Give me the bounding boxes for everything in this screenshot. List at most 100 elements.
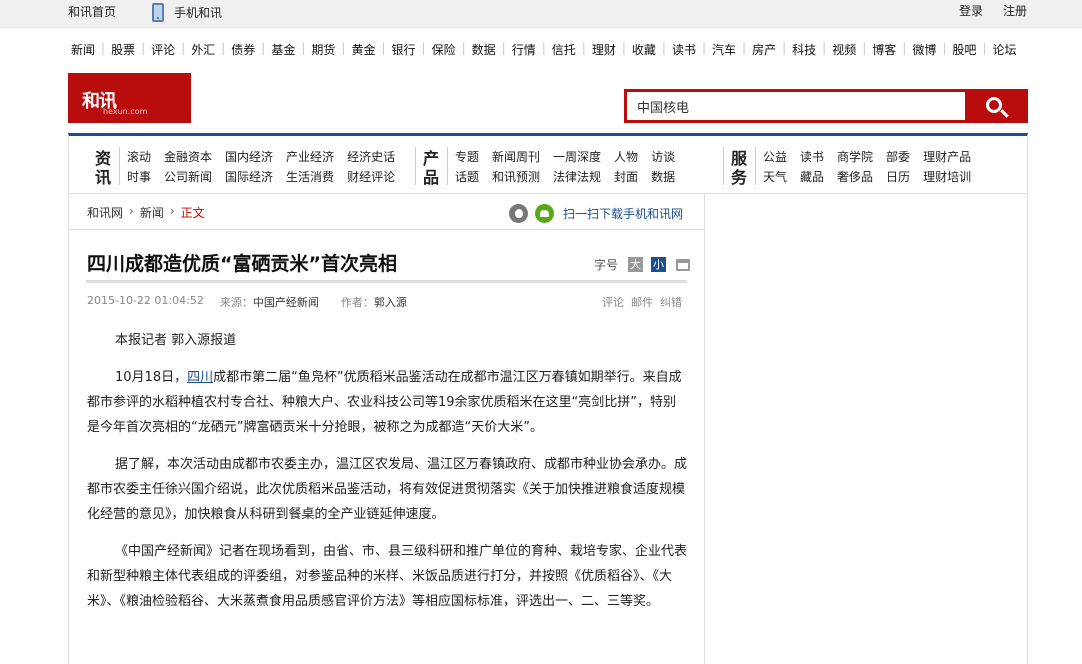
font-small-button[interactable]: 小 [651, 257, 667, 272]
channel-link[interactable]: 汽车 [709, 41, 739, 59]
category-link[interactable]: 国际经济 [225, 169, 273, 189]
author-label: 作者： [340, 296, 374, 309]
font-large-button[interactable]: 大 [628, 257, 644, 272]
category-link[interactable]: 天气 [763, 169, 787, 189]
divider [415, 147, 416, 185]
category-services-title: 服务 [731, 149, 748, 187]
article-column: 和讯网 › 新闻 › 正文 扫一扫下载手机和讯网 四川成都造优质“富硒贡米”首次… [68, 194, 705, 664]
mobile-hexun-link[interactable]: 手机和讯 [152, 0, 222, 24]
download-app-link[interactable]: 扫一扫下载手机和讯网 [563, 205, 683, 222]
channel-link[interactable]: 股票 [108, 41, 138, 59]
comment-link[interactable]: 评论 [602, 294, 624, 310]
category-link[interactable]: 公益 [763, 149, 787, 169]
register-link[interactable]: 注册 [1003, 2, 1027, 19]
category-news-title: 资讯 [95, 149, 112, 187]
report-error-link[interactable]: 纠错 [660, 294, 682, 310]
category-link[interactable]: 日历 [886, 169, 910, 189]
channel-link[interactable]: 股吧 [949, 41, 979, 59]
category-link[interactable]: 新闻周刊 [492, 149, 540, 169]
category-link[interactable]: 经济史话 [347, 149, 395, 169]
article-source[interactable]: 中国产经新闻 [253, 294, 319, 310]
category-link[interactable]: 财经评论 [347, 169, 395, 189]
category-link[interactable]: 产业经济 [286, 149, 334, 169]
channel-link[interactable]: 数据 [469, 41, 499, 59]
nav-separator: | [862, 41, 867, 55]
article-author: 郭入源 [373, 296, 407, 309]
category-link[interactable]: 理财培训 [923, 169, 971, 189]
category-link[interactable]: 话题 [455, 169, 479, 189]
channel-link[interactable]: 微博 [909, 41, 939, 59]
channel-link[interactable]: 行情 [509, 41, 539, 59]
channel-link[interactable]: 房产 [749, 41, 779, 59]
keyword-link[interactable]: 四川 [187, 370, 213, 385]
search-input[interactable] [627, 92, 965, 120]
category-link[interactable]: 滚动 [127, 149, 151, 169]
nav-separator: | [141, 41, 146, 55]
category-link[interactable]: 国内经济 [225, 149, 273, 169]
channel-link[interactable]: 新闻 [68, 41, 98, 59]
category-link[interactable]: 奢侈品 [837, 169, 873, 189]
channel-link[interactable]: 黄金 [348, 41, 378, 59]
hexun-home-link[interactable]: 和讯首页 [68, 3, 116, 20]
category-link[interactable]: 理财产品 [923, 149, 971, 169]
channel-link[interactable]: 博客 [869, 41, 899, 59]
category-link[interactable]: 商学院 [837, 149, 873, 169]
channel-link[interactable]: 收藏 [629, 41, 659, 59]
category-link[interactable]: 访谈 [651, 149, 675, 169]
search-button[interactable] [968, 89, 1028, 123]
chevron-right-icon: › [169, 204, 175, 218]
breadcrumb-site[interactable]: 和讯网 [87, 204, 123, 221]
category-link[interactable]: 生活消费 [286, 169, 334, 189]
breadcrumb-section[interactable]: 新闻 [140, 204, 164, 221]
login-link[interactable]: 登录 [959, 2, 983, 19]
category-link[interactable]: 部委 [886, 149, 910, 169]
article-date: 2015-10-22 01:04:52 [87, 294, 204, 307]
nav-separator: | [581, 41, 586, 55]
channel-link[interactable]: 视频 [829, 41, 859, 59]
channel-link[interactable]: 读书 [669, 41, 699, 59]
divider [69, 229, 705, 230]
channel-link[interactable]: 期货 [308, 41, 338, 59]
category-link[interactable]: 人物 [614, 149, 638, 169]
category-link[interactable]: 封面 [614, 169, 638, 189]
hexun-logo[interactable]: 和讯 hexun.com [68, 73, 191, 123]
article-tools: 字号 大 小 [594, 256, 691, 273]
channel-link[interactable]: 理财 [589, 41, 619, 59]
divider [119, 147, 120, 185]
breadcrumb-current: 正文 [180, 206, 205, 220]
nav-separator: | [381, 41, 386, 55]
printer-icon[interactable] [676, 258, 691, 271]
category-link[interactable]: 金融资本 [164, 149, 212, 169]
app-download: 扫一扫下载手机和讯网 [509, 204, 683, 223]
category-link[interactable]: 时事 [127, 169, 151, 189]
paragraph: 据了解，本次活动由成都市农委主办，温江区农发局、温江区万春镇政府、成都市种业协会… [87, 457, 688, 522]
apple-icon[interactable] [509, 204, 528, 223]
channel-link[interactable]: 银行 [389, 41, 419, 59]
chevron-right-icon: › [129, 204, 134, 218]
category-link[interactable]: 一周深度 [553, 149, 601, 169]
category-link[interactable]: 法律法规 [553, 169, 601, 189]
channel-link[interactable]: 论坛 [989, 41, 1019, 59]
phone-icon [152, 2, 164, 22]
paragraph: 《中国产经新闻》记者在现场看到，由省、市、县三级科研和推广单位的育种、栽培专家、… [87, 544, 688, 609]
channel-link[interactable]: 外汇 [188, 41, 218, 59]
channel-link[interactable]: 科技 [789, 41, 819, 59]
category-link[interactable]: 和讯预测 [492, 169, 540, 189]
nav-separator: | [341, 41, 346, 55]
category-link[interactable]: 公司新闻 [164, 169, 212, 189]
channel-link[interactable]: 信托 [549, 41, 579, 59]
channel-link[interactable]: 评论 [148, 41, 178, 59]
category-link[interactable]: 数据 [651, 169, 675, 189]
channel-link[interactable]: 保险 [429, 41, 459, 59]
category-link[interactable]: 专题 [455, 149, 479, 169]
email-link[interactable]: 邮件 [631, 294, 653, 310]
nav-separator: | [822, 41, 827, 55]
category-news-row2: 时事 公司新闻 国际经济 生活消费 财经评论 [127, 169, 408, 189]
article-actions: 评论 邮件 纠错 [602, 294, 682, 310]
android-icon[interactable] [535, 204, 554, 223]
channel-link[interactable]: 债券 [228, 41, 258, 59]
category-link[interactable]: 藏品 [800, 169, 824, 189]
mobile-hexun-label: 手机和讯 [174, 5, 223, 20]
category-link[interactable]: 读书 [800, 149, 824, 169]
channel-link[interactable]: 基金 [268, 41, 298, 59]
